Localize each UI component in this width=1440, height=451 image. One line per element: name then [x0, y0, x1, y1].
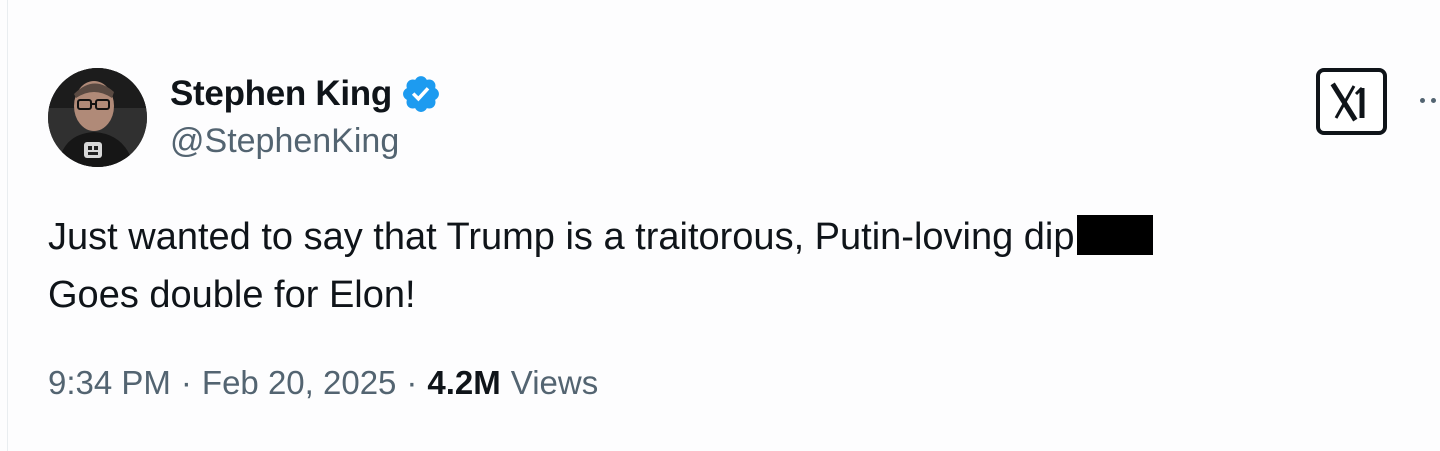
tweet-meta: 9:34 PM · Feb 20, 2025 · 4.2M Views — [48, 364, 598, 402]
avatar-image — [48, 68, 147, 167]
verified-badge-icon[interactable] — [400, 73, 442, 115]
meta-separator: · — [180, 364, 192, 401]
tweet-text-line-1: Just wanted to say that Trump is a trait… — [48, 208, 1153, 266]
views-label[interactable]: Views — [511, 364, 598, 402]
tweet-text: Just wanted to say that Trump is a trait… — [48, 208, 1153, 324]
avatar[interactable] — [48, 68, 147, 167]
meta-separator: · — [406, 364, 418, 401]
tweet-card: Stephen King @StephenKing Just wanted to… — [0, 0, 1440, 451]
more-options-icon[interactable] — [1415, 88, 1440, 112]
redaction-box — [1076, 215, 1153, 255]
views-count[interactable]: 4.2M — [427, 364, 500, 402]
x-logo-icon[interactable] — [1316, 68, 1387, 135]
tweet-text-line-2: Goes double for Elon! — [48, 274, 416, 316]
tweet-text-line-1-content: Just wanted to say that Trump is a trait… — [48, 216, 1075, 258]
tweet-time[interactable]: 9:34 PM — [48, 364, 171, 402]
tweet-date[interactable]: Feb 20, 2025 — [202, 364, 397, 402]
author-handle[interactable]: @StephenKing — [170, 122, 399, 161]
display-name-text: Stephen King — [170, 74, 392, 113]
author-display-name[interactable]: Stephen King — [170, 70, 442, 118]
